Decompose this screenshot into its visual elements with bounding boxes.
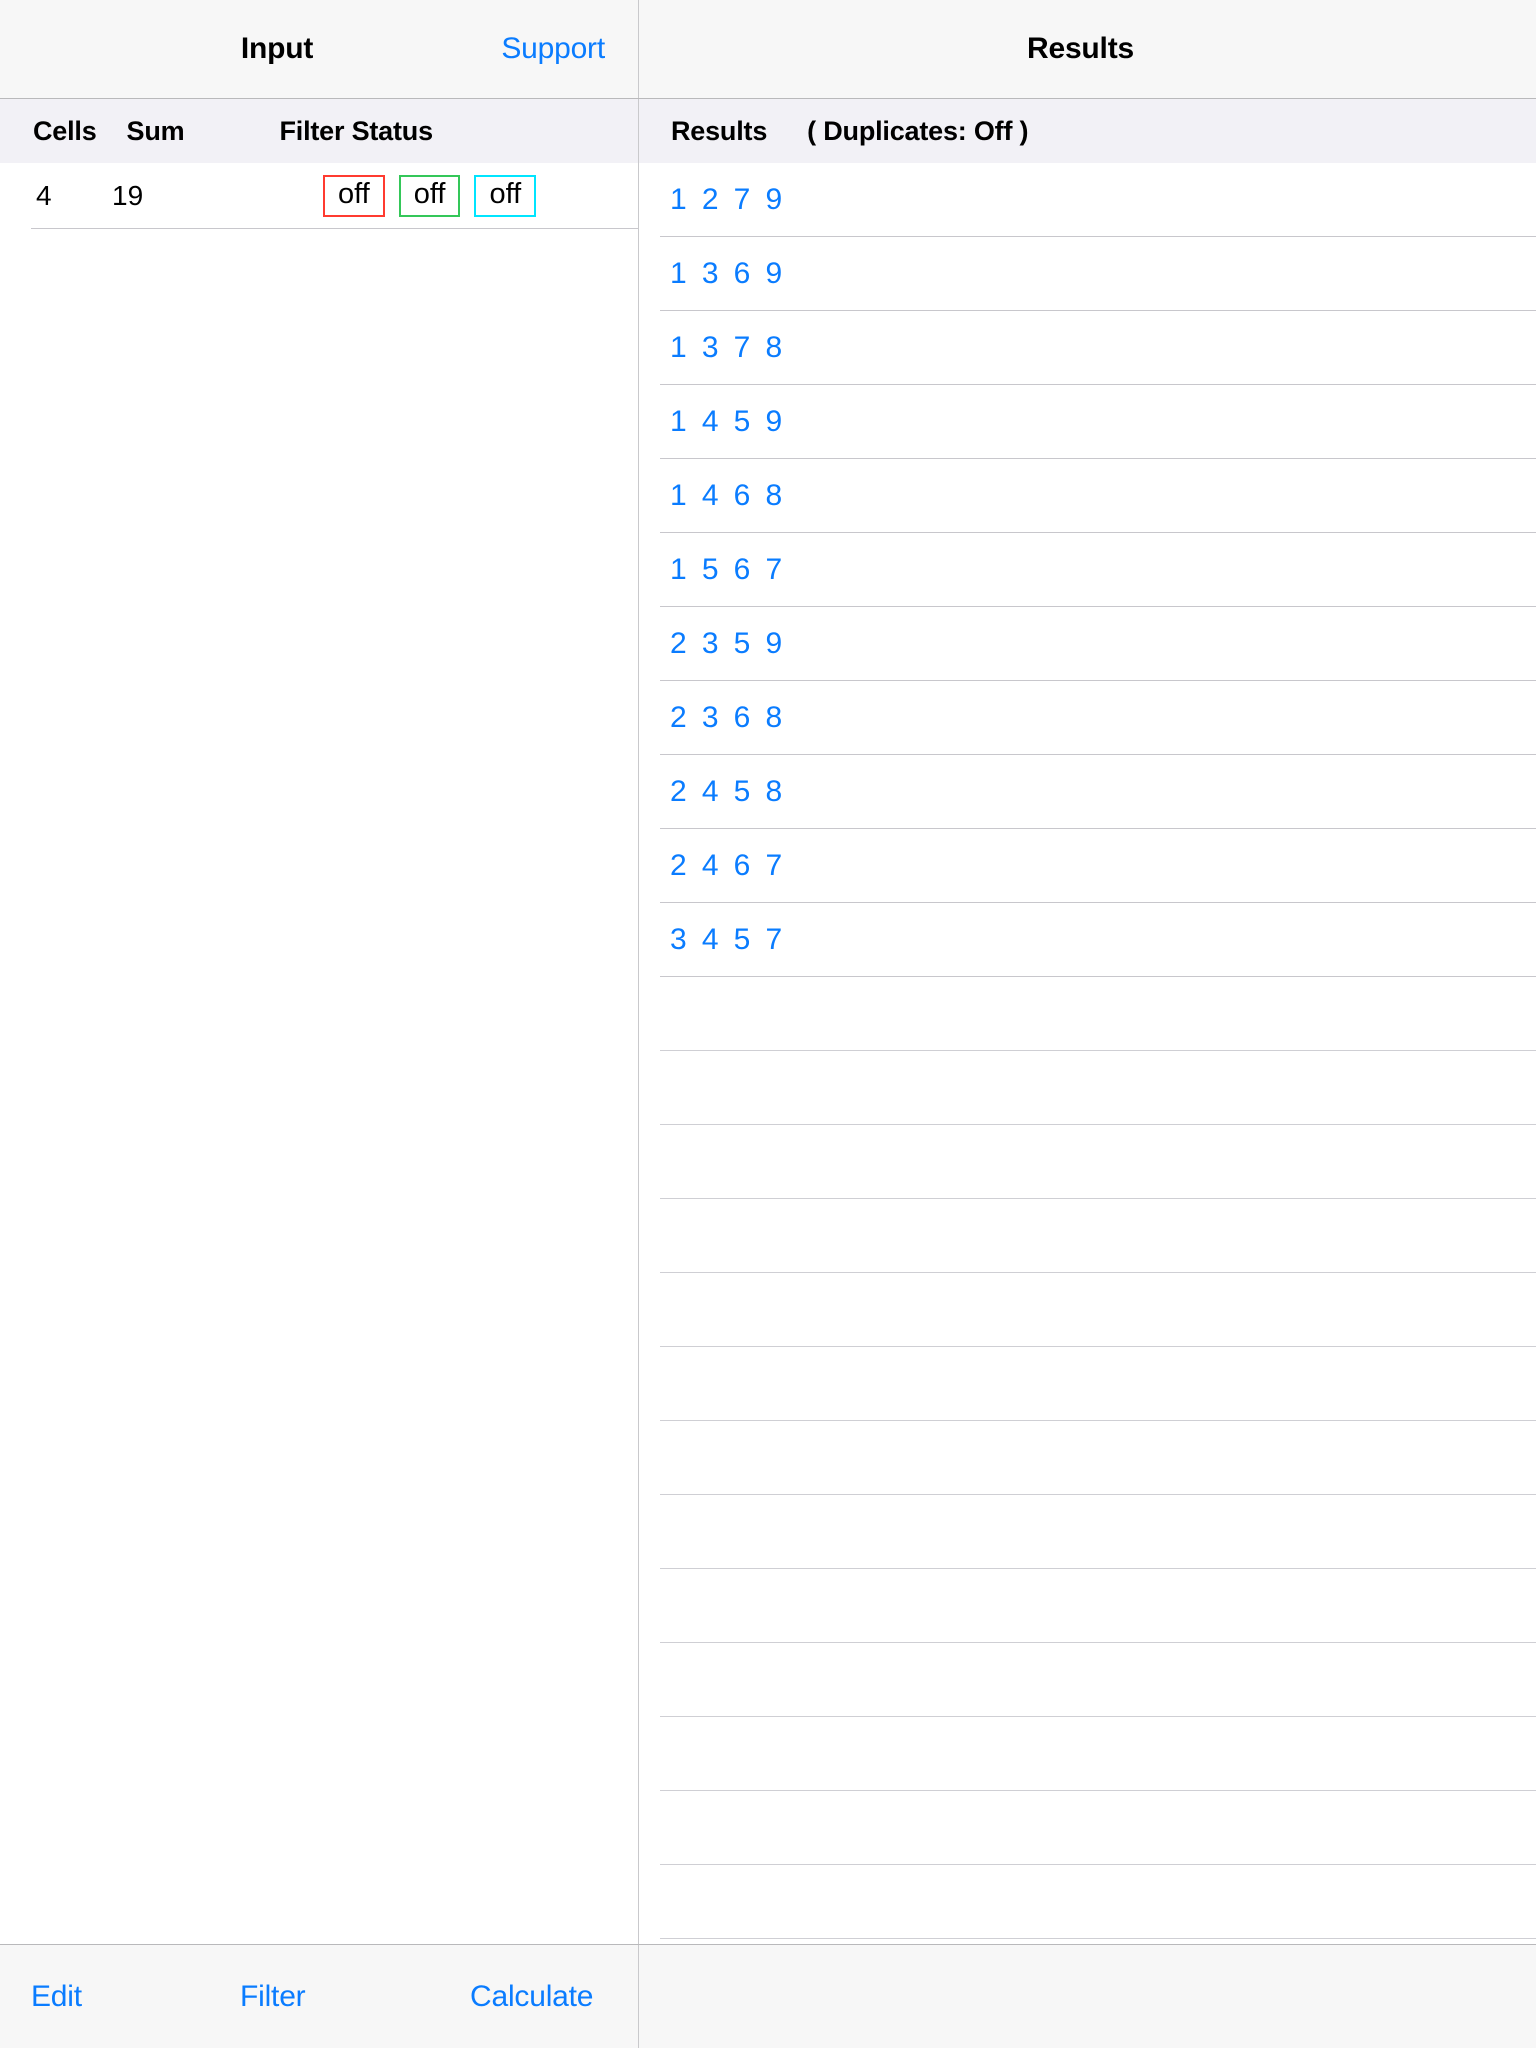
input-pane: Cells Sum Filter Status 4 19 off off off (0, 99, 639, 1944)
list-item-empty (639, 1051, 1536, 1125)
column-header-results: Results (671, 115, 768, 146)
support-button[interactable]: Support (501, 32, 605, 66)
list-item-empty (639, 1643, 1536, 1717)
result-combination: 3 4 5 7 (670, 923, 786, 956)
result-combination: 1 3 6 9 (670, 257, 786, 290)
status-badge-filter-2[interactable]: off (398, 175, 461, 217)
list-item[interactable]: 2 3 5 9 (639, 607, 1536, 681)
result-combination: 1 4 5 9 (670, 405, 786, 438)
status-badge-filter-1[interactable]: off (323, 175, 385, 217)
duplicates-status-label: ( Duplicates: Off ) (807, 115, 1029, 146)
list-item[interactable]: 1 3 6 9 (639, 237, 1536, 311)
result-combination: 2 3 5 9 (670, 627, 786, 660)
table-row[interactable]: 4 19 off off off (0, 163, 638, 229)
list-item[interactable]: 3 4 5 7 (639, 903, 1536, 977)
list-item-empty (639, 1495, 1536, 1569)
list-item[interactable]: 1 5 6 7 (639, 533, 1536, 607)
result-combination: 1 2 7 9 (670, 183, 786, 216)
navbar-input-section: Input Support (0, 0, 639, 98)
list-item-empty (639, 1199, 1536, 1273)
calculate-button[interactable]: Calculate (470, 1980, 593, 2014)
list-item-empty (639, 1347, 1536, 1421)
list-item-empty (639, 1791, 1536, 1865)
navbar-results-section: Results (639, 0, 1536, 98)
list-item[interactable]: 1 4 6 8 (639, 459, 1536, 533)
list-item-empty (639, 1865, 1536, 1939)
column-header-filter-status: Filter Status (279, 115, 433, 146)
list-item[interactable]: 1 2 7 9 (639, 163, 1536, 237)
list-item-empty (639, 1273, 1536, 1347)
status-badge-filter-3[interactable]: off (474, 175, 537, 217)
result-combination: 1 5 6 7 (670, 553, 786, 586)
results-rows[interactable]: 1 2 7 9 1 3 6 9 1 3 7 8 1 4 5 9 1 4 6 8 1 5 6… (639, 163, 1536, 1944)
navigation-bar: Input Support Results (0, 0, 1536, 99)
result-combination: 2 4 6 7 (670, 849, 786, 882)
list-item-empty (639, 1421, 1536, 1495)
results-table-header: Results ( Duplicates: Off ) (639, 99, 1536, 163)
list-item[interactable]: 2 4 5 8 (639, 755, 1536, 829)
page-title-results: Results (1027, 32, 1134, 65)
result-combination: 2 4 5 8 (670, 775, 786, 808)
result-combination: 1 3 7 8 (670, 331, 786, 364)
split-view: Cells Sum Filter Status 4 19 off off off (0, 99, 1536, 1944)
list-item[interactable]: 1 4 5 9 (639, 385, 1536, 459)
result-combination: 1 4 6 8 (670, 479, 786, 512)
toolbar-right-empty (639, 1945, 1536, 2048)
results-pane: Results ( Duplicates: Off ) 1 2 7 9 1 3 6… (639, 99, 1536, 1944)
column-header-cells: Cells (33, 115, 97, 146)
list-item[interactable]: 2 3 6 8 (639, 681, 1536, 755)
cell-value-sum: 19 (112, 180, 144, 211)
bottom-toolbar: Edit Filter Calculate (0, 1944, 1536, 2048)
list-item[interactable]: 1 3 7 8 (639, 311, 1536, 385)
list-item-empty (639, 1717, 1536, 1791)
list-item-empty (639, 977, 1536, 1051)
input-table-header: Cells Sum Filter Status (0, 99, 638, 163)
column-header-sum: Sum (126, 115, 185, 146)
input-rows: 4 19 off off off (0, 163, 638, 1944)
list-item-empty (639, 1125, 1536, 1199)
list-item-empty (639, 1569, 1536, 1643)
filter-button[interactable]: Filter (240, 1980, 306, 2014)
edit-button[interactable]: Edit (31, 1980, 82, 2014)
result-combination: 2 3 6 8 (670, 701, 786, 734)
toolbar-actions: Edit Filter Calculate (0, 1945, 639, 2048)
app-root: Input Support Results Cells Sum Filter S… (0, 0, 1536, 2048)
list-item[interactable]: 2 4 6 7 (639, 829, 1536, 903)
cell-value-cells: 4 (36, 180, 52, 211)
filter-status-badges: off off off (323, 175, 537, 217)
